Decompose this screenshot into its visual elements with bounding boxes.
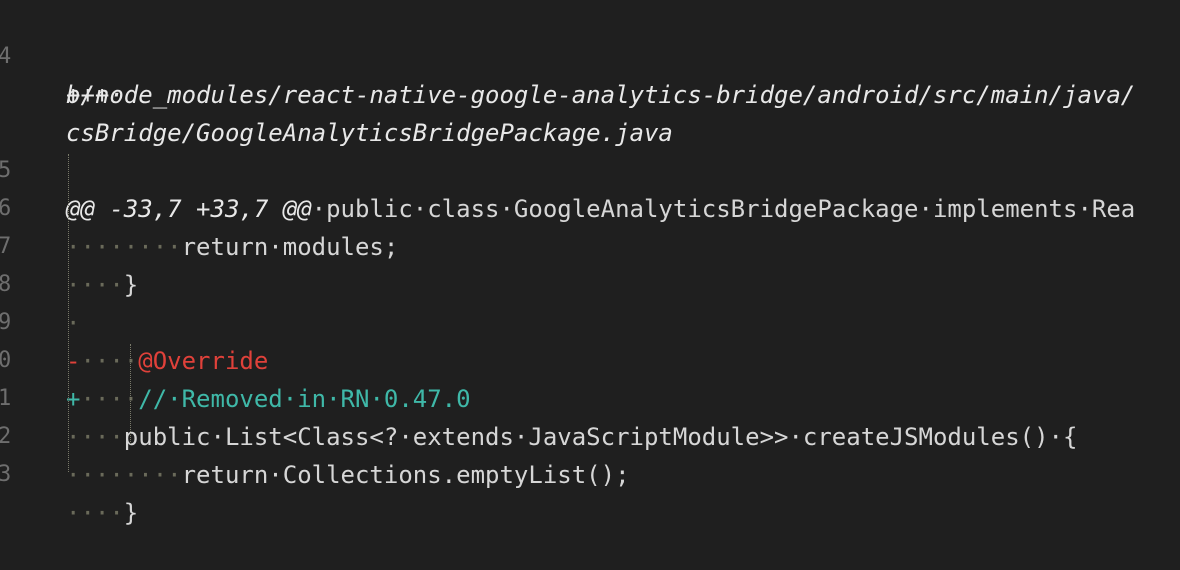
diff-line-removed: 9 -····@Override <box>0 266 268 375</box>
diff-line-wrap: b/node_modules/react-native-google-analy… <box>0 38 1135 109</box>
diff-line: 6 ········return·modules; <box>0 152 398 261</box>
hunk-range: @@ -33,7 +33,7 @@ <box>66 195 312 223</box>
diff-line-wrap: csBridge/GoogleAnalyticsBridgePackage.ja… <box>0 76 673 147</box>
code-line: ····} <box>66 266 138 304</box>
code-line: -····@Override <box>66 342 268 380</box>
code-text: } <box>123 271 139 299</box>
code-line: ····} <box>66 494 138 532</box>
indent-guide <box>130 344 131 444</box>
indent-whitespace: ···· <box>66 499 124 527</box>
diff-file-path-continued: csBridge/GoogleAnalyticsBridgePackage.ja… <box>66 119 673 147</box>
indent-whitespace: ···· <box>66 423 124 451</box>
diff-line: 1 ····public·List<Class<?·extends·JavaSc… <box>0 342 1077 451</box>
diff-line: 3 ····} <box>0 418 138 527</box>
code-text: return·modules; <box>181 233 399 261</box>
diff-file-path: b/node_modules/react-native-google-analy… <box>66 81 1136 109</box>
code-text: return·Collections.emptyList(); <box>181 461 630 489</box>
indent-whitespace: ········ <box>66 233 182 261</box>
code-comment: //·Removed·in·RN·0.47.0 <box>138 385 471 413</box>
code-line: ····public·List<Class<?·extends·JavaScri… <box>66 418 1077 456</box>
indent-whitespace: ···· <box>66 271 124 299</box>
diff-line: 7 ····} <box>0 190 138 299</box>
code-line: +····//·Removed·in·RN·0.47.0 <box>66 380 471 418</box>
code-line: ········return·Collections.emptyList(); <box>66 456 630 494</box>
indent-guide <box>68 154 69 472</box>
diff-line-added: 0 +····//·Removed·in·RN·0.47.0 <box>0 304 471 413</box>
code-text: @Override <box>138 347 269 375</box>
diff-line: 5 @@ -33,7 +33,7 @@·public·class·GoogleA… <box>0 114 1135 223</box>
code-text: } <box>123 499 139 527</box>
diff-line: 8 · <box>0 228 80 337</box>
code-editor[interactable]: 4 +++· b/node_modules/react-native-googl… <box>0 0 1180 527</box>
code-text: public·List<Class<?·extends·JavaScriptMo… <box>123 423 1078 451</box>
code-line: ········return·modules; <box>66 228 398 266</box>
hunk-context: ·public·class·GoogleAnalyticsBridgePacka… <box>311 195 1136 223</box>
diff-line: 2 ········return·Collections.emptyList()… <box>0 380 630 489</box>
hunk-header: @@ -33,7 +33,7 @@·public·class·GoogleAna… <box>66 190 1135 228</box>
indent-whitespace: ········ <box>66 461 182 489</box>
diff-line: 4 +++· <box>0 0 124 109</box>
line-number: 3 <box>0 462 12 487</box>
